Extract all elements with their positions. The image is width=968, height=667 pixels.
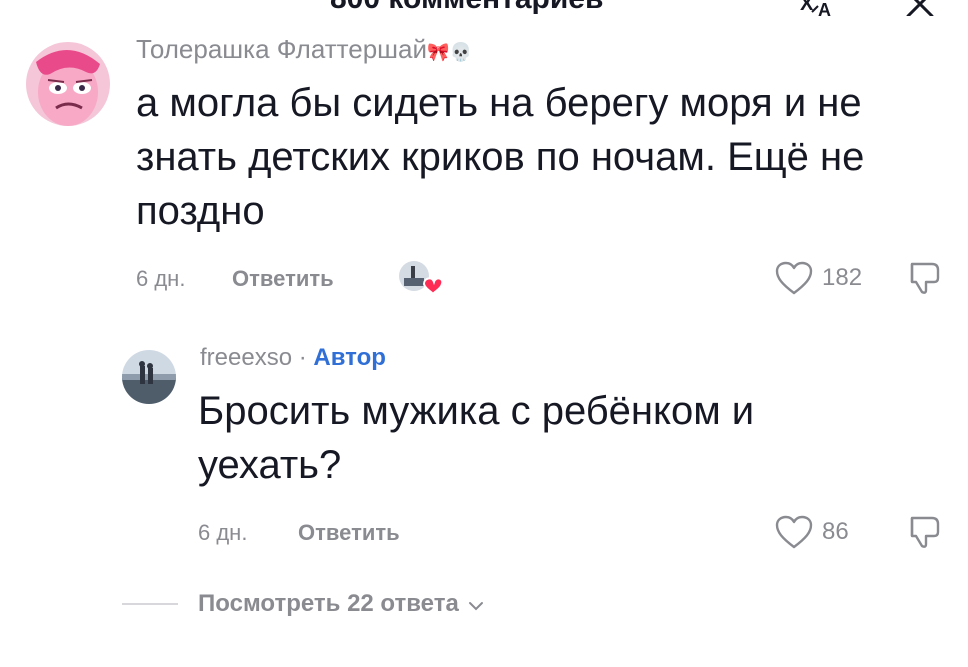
comment-text: Бросить мужика с ребёнком и уехать? <box>198 389 755 487</box>
heart-icon[interactable] <box>774 514 814 550</box>
translate-icon[interactable]: X A <box>798 0 848 20</box>
svg-text:X: X <box>800 0 814 15</box>
comment-username[interactable]: Толерашка Флаттершай🎀💀 <box>136 34 472 65</box>
comment-username[interactable]: freeexso · Автор <box>200 344 386 372</box>
chevron-down-icon <box>467 591 485 619</box>
replies-divider <box>122 603 178 605</box>
reply-button[interactable]: Ответить <box>232 266 334 292</box>
author-badge: Автор <box>313 344 386 371</box>
like-count: 86 <box>822 518 849 545</box>
comment-text: а могла бы сидеть на берегу моря и не зн… <box>136 81 865 233</box>
view-replies-button[interactable]: Посмотреть 22 ответа <box>198 590 485 619</box>
reply-button[interactable]: Ответить <box>298 520 400 546</box>
close-icon[interactable] <box>905 0 935 18</box>
username-emoji: 🎀💀 <box>427 42 472 62</box>
creator-liked-badge <box>398 258 444 297</box>
comment-time: 6 дн. <box>136 266 186 291</box>
comment-time: 6 дн. <box>198 520 248 545</box>
avatar[interactable] <box>26 42 110 126</box>
svg-text:A: A <box>818 0 831 20</box>
comments-count-title: 800 комментариев <box>330 0 603 16</box>
dislike-icon[interactable] <box>904 512 944 550</box>
like-count: 182 <box>822 264 863 291</box>
dislike-icon[interactable] <box>904 258 944 296</box>
heart-icon[interactable] <box>774 260 814 296</box>
avatar[interactable] <box>122 350 176 404</box>
